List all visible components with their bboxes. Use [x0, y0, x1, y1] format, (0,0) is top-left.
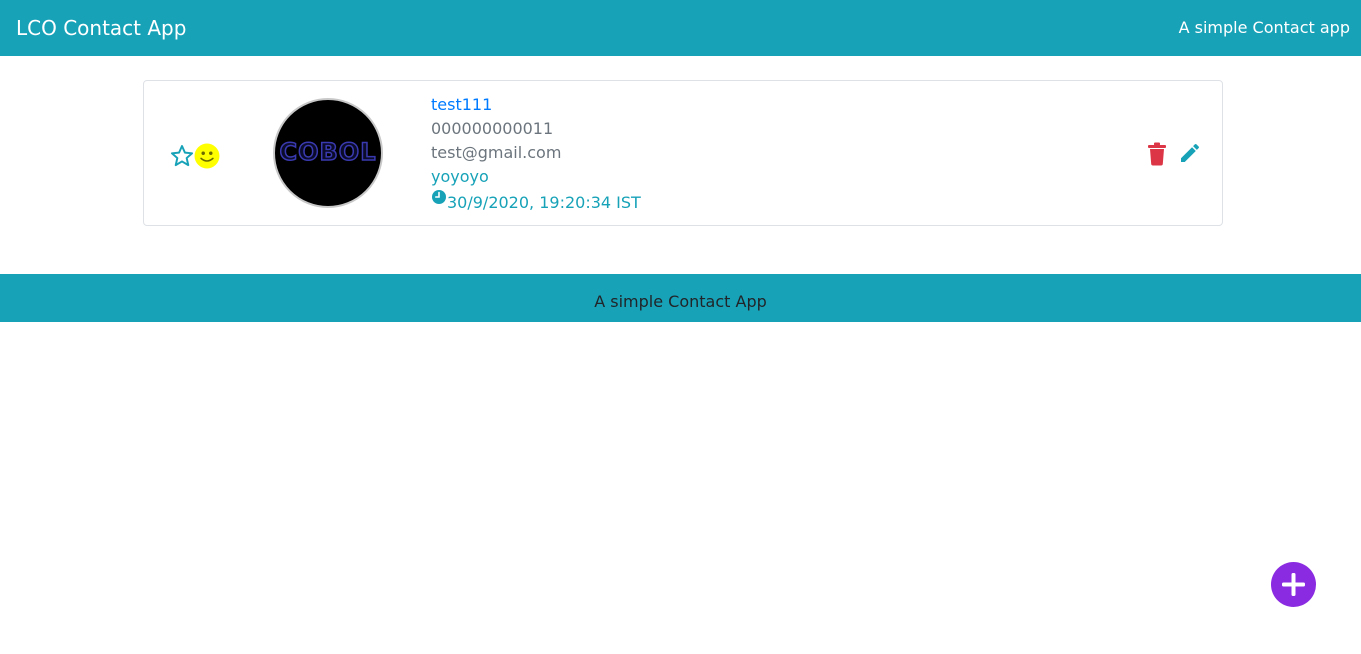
app-brand[interactable]: LCO Contact App	[16, 14, 186, 42]
contact-timestamp: 30/9/2020, 19:20:34 IST	[447, 193, 641, 212]
clock-icon	[432, 190, 446, 204]
edit-contact-button[interactable]	[1178, 141, 1202, 165]
navbar-tagline: A simple Contact app	[1178, 18, 1350, 37]
avatar: COBOL	[273, 98, 383, 208]
contact-info: test111 000000000011 test@gmail.com yoyo…	[431, 93, 641, 215]
footer: A simple Contact App	[0, 274, 1361, 322]
contact-name: test111	[431, 95, 493, 114]
contact-card: COBOL test111 000000000011 test@gmail.co…	[143, 80, 1223, 226]
navbar: LCO Contact App A simple Contact app	[0, 0, 1361, 56]
plus-icon	[1282, 573, 1305, 596]
avatar-logo-text: COBOL	[279, 137, 377, 167]
add-contact-button[interactable]	[1271, 562, 1316, 607]
delete-contact-button[interactable]	[1146, 142, 1168, 166]
contact-timestamp-row: 30/9/2020, 19:20:34 IST	[431, 189, 641, 215]
contact-phone: 000000000011	[431, 119, 554, 138]
contact-address: yoyoyo	[431, 167, 489, 186]
star-outline-icon[interactable]	[169, 143, 195, 169]
footer-text: A simple Contact App	[594, 292, 767, 311]
contact-email: test@gmail.com	[431, 143, 562, 162]
smiley-icon	[194, 143, 220, 169]
